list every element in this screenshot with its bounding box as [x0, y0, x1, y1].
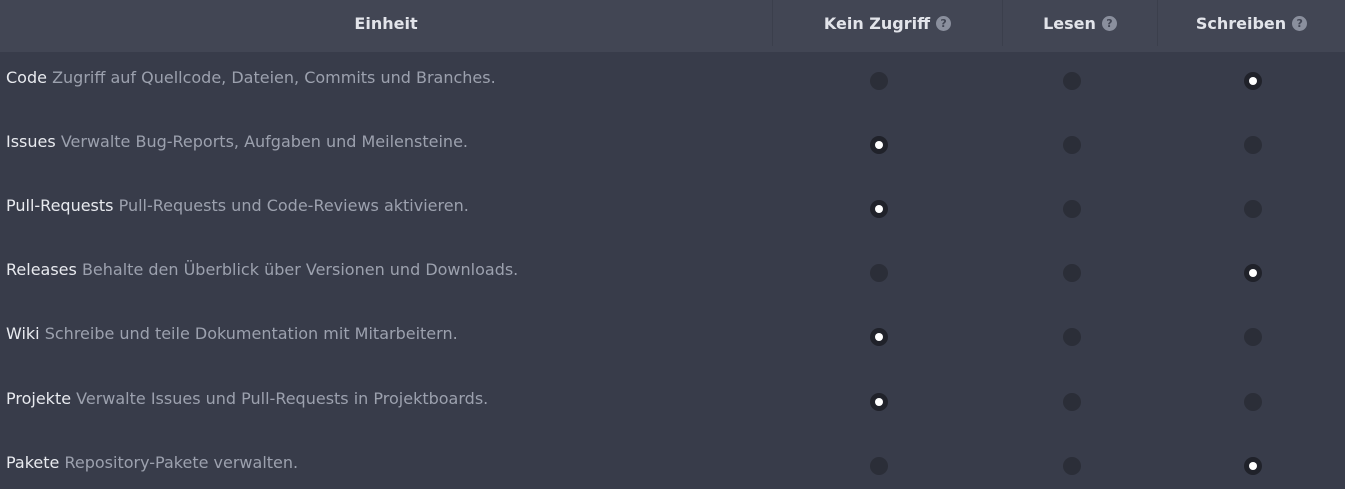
unit-description: Pull-Requests und Code-Reviews aktiviere… — [118, 196, 469, 215]
unit-description: Verwalte Issues und Pull-Requests in Pro… — [76, 389, 489, 408]
unit-name: Pakete — [6, 453, 60, 472]
column-header-write: Schreiben ? — [1157, 0, 1345, 46]
unit-description: Behalte den Überblick über Versionen und… — [81, 260, 519, 279]
table-header: Einheit Kein Zugriff ? Lesen ? Schreiben… — [0, 0, 1345, 52]
radio-no-access[interactable] — [870, 457, 888, 475]
column-header-unit: Einheit — [0, 0, 772, 46]
table-row: Code Zugriff auf Quellcode, Dateien, Com… — [0, 52, 1345, 116]
unit-name: Projekte — [6, 389, 72, 408]
radio-no-access[interactable] — [870, 393, 888, 411]
radio-write[interactable] — [1244, 393, 1262, 411]
radio-no-access[interactable] — [870, 136, 888, 154]
radio-write[interactable] — [1244, 200, 1262, 218]
table-row: Pull-Requests Pull-Requests und Code-Rev… — [0, 180, 1345, 244]
column-header-no-access-label: Kein Zugriff — [823, 13, 931, 33]
radio-read[interactable] — [1063, 393, 1081, 411]
unit-label: Projekte Verwalte Issues und Pull-Reques… — [6, 389, 488, 408]
radio-no-access[interactable] — [870, 328, 888, 346]
radio-write[interactable] — [1244, 72, 1262, 90]
radio-read[interactable] — [1063, 264, 1081, 282]
table-row: Wiki Schreibe und teile Dokumentation mi… — [0, 308, 1345, 372]
column-header-no-access: Kein Zugriff ? — [772, 0, 1002, 46]
unit-label: Releases Behalte den Überblick über Vers… — [6, 260, 518, 279]
unit-description: Schreibe und teile Dokumentation mit Mit… — [44, 324, 458, 343]
radio-write[interactable] — [1244, 264, 1262, 282]
unit-name: Issues — [6, 132, 56, 151]
unit-label: Pakete Repository-Pakete verwalten. — [6, 453, 298, 472]
help-icon[interactable]: ? — [936, 15, 952, 31]
column-header-read: Lesen ? — [1002, 0, 1157, 46]
radio-write[interactable] — [1244, 328, 1262, 346]
unit-label: Pull-Requests Pull-Requests und Code-Rev… — [6, 196, 469, 215]
radio-write[interactable] — [1244, 457, 1262, 475]
table-row: Pakete Repository-Pakete verwalten. — [0, 437, 1345, 489]
radio-no-access[interactable] — [870, 72, 888, 90]
unit-description: Verwalte Bug-Reports, Aufgaben und Meile… — [60, 132, 468, 151]
table-row: Issues Verwalte Bug-Reports, Aufgaben un… — [0, 116, 1345, 180]
unit-label: Code Zugriff auf Quellcode, Dateien, Com… — [6, 68, 496, 87]
radio-no-access[interactable] — [870, 264, 888, 282]
table-row: Releases Behalte den Überblick über Vers… — [0, 244, 1345, 308]
radio-read[interactable] — [1063, 72, 1081, 90]
help-icon[interactable]: ? — [1292, 15, 1308, 31]
radio-no-access[interactable] — [870, 200, 888, 218]
column-header-read-label: Lesen — [1043, 13, 1096, 33]
unit-name: Code — [6, 68, 47, 87]
radio-read[interactable] — [1063, 136, 1081, 154]
unit-label: Issues Verwalte Bug-Reports, Aufgaben un… — [6, 132, 468, 151]
unit-name: Wiki — [6, 324, 40, 343]
permissions-table: Einheit Kein Zugriff ? Lesen ? Schreiben… — [0, 0, 1345, 489]
unit-name: Pull-Requests — [6, 196, 114, 215]
radio-write[interactable] — [1244, 136, 1262, 154]
radio-read[interactable] — [1063, 328, 1081, 346]
unit-label: Wiki Schreibe und teile Dokumentation mi… — [6, 324, 458, 343]
column-header-write-label: Schreiben — [1195, 13, 1287, 33]
table-row: Projekte Verwalte Issues und Pull-Reques… — [0, 373, 1345, 437]
radio-read[interactable] — [1063, 200, 1081, 218]
radio-read[interactable] — [1063, 457, 1081, 475]
unit-description: Repository-Pakete verwalten. — [64, 453, 299, 472]
column-header-unit-label: Einheit — [354, 13, 418, 33]
unit-description: Zugriff auf Quellcode, Dateien, Commits … — [52, 68, 496, 87]
help-icon[interactable]: ? — [1101, 15, 1117, 31]
unit-name: Releases — [6, 260, 77, 279]
